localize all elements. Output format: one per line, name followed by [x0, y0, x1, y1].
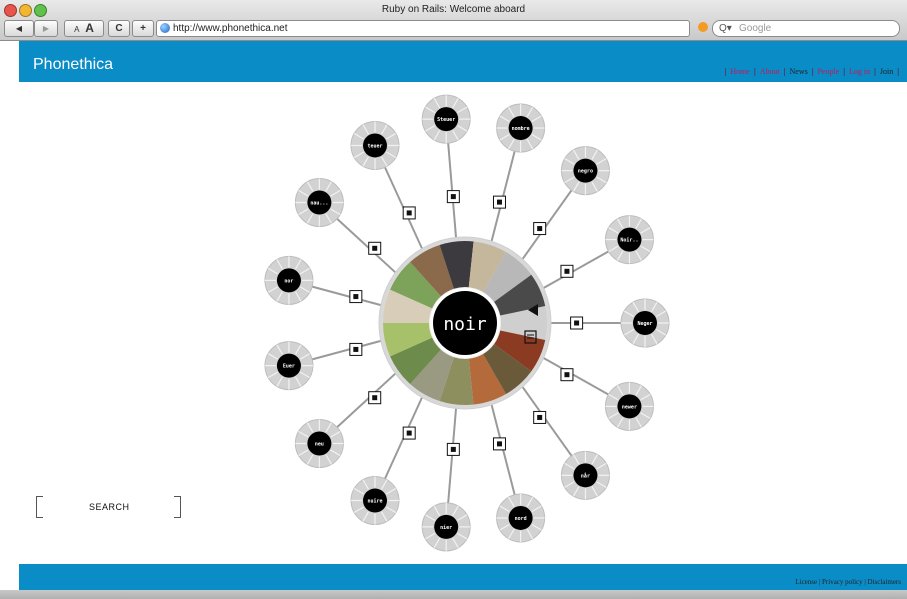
word-node-label: negro — [578, 169, 593, 175]
word-node-label: Noir.. — [620, 238, 638, 244]
word-node-label: nord — [515, 516, 527, 522]
spoke-toggle-dot — [564, 268, 570, 274]
spoke-toggle-dot — [537, 226, 543, 232]
word-node-label: nau... — [310, 201, 328, 207]
word-node-label: nombre — [512, 126, 530, 132]
word-node-label: newer — [622, 404, 637, 410]
site-footer: License | Privacy policy | Disclaimers — [19, 564, 907, 590]
spoke-toggle-dot — [372, 245, 378, 251]
right-bracket — [174, 496, 181, 518]
spoke-toggle-dot — [450, 194, 456, 200]
spoke-toggle-dot — [372, 395, 378, 401]
word-node-label: nor — [284, 278, 293, 284]
word-node-label: neu — [315, 441, 324, 447]
word-node-label: nier — [440, 525, 452, 531]
spoke-toggle-dot — [537, 414, 543, 420]
left-bracket — [36, 496, 43, 518]
word-node-label: nuire — [367, 499, 382, 505]
word-node-label: Euer — [283, 364, 295, 370]
spoke-toggle-dot — [406, 210, 412, 216]
window-bottom-bar — [0, 590, 907, 599]
spoke-toggle-dot — [353, 294, 359, 300]
spoke-toggle-dot — [496, 199, 502, 205]
search-box[interactable]: SEARCH — [36, 496, 186, 518]
spoke-toggle-dot — [496, 441, 502, 447]
search-label: SEARCH — [89, 502, 130, 512]
word-node-label: Neger — [637, 321, 652, 327]
footer-links[interactable]: License | Privacy policy | Disclaimers — [795, 578, 901, 586]
spoke-toggle-dot — [574, 320, 580, 326]
spoke-toggle-dot — [406, 430, 412, 436]
spoke-toggle-dot — [450, 446, 456, 452]
center-word: noir — [443, 314, 487, 335]
browser-window: Ruby on Rails: Welcome aboard ◀ ▶ A A C … — [0, 0, 907, 599]
word-node-label: Steuer — [437, 117, 455, 123]
word-node-label: teuer — [367, 143, 382, 149]
spoke-toggle-dot — [353, 346, 359, 352]
spoke-toggle-dot — [564, 372, 570, 378]
word-node-label: når — [581, 472, 590, 479]
